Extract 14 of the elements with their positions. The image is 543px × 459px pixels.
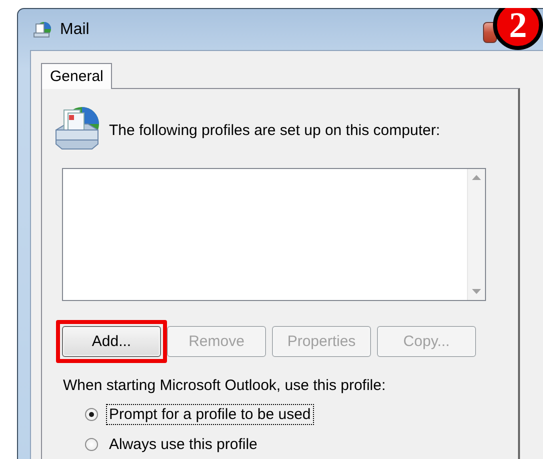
mail-icon	[32, 20, 52, 40]
intro-text: The following profiles are set up on this computer:	[109, 122, 440, 138]
radio-button[interactable]	[85, 438, 98, 450]
radio-label[interactable]: Always use this profile	[107, 434, 260, 454]
radio-label[interactable]: Prompt for a profile to be used	[107, 404, 313, 424]
scroll-up-icon[interactable]	[472, 175, 481, 180]
tab[interactable]: General	[41, 63, 112, 89]
radio-button[interactable]	[85, 408, 98, 420]
startup-label: When starting Microsoft Outlook, use this profile:	[63, 377, 387, 394]
profile-button[interactable]: Add...	[62, 326, 161, 357]
window-title: Mail	[60, 20, 90, 38]
profiles-list[interactable]	[62, 168, 486, 301]
scrollbar[interactable]	[467, 169, 485, 300]
scroll-down-icon[interactable]	[472, 289, 481, 294]
